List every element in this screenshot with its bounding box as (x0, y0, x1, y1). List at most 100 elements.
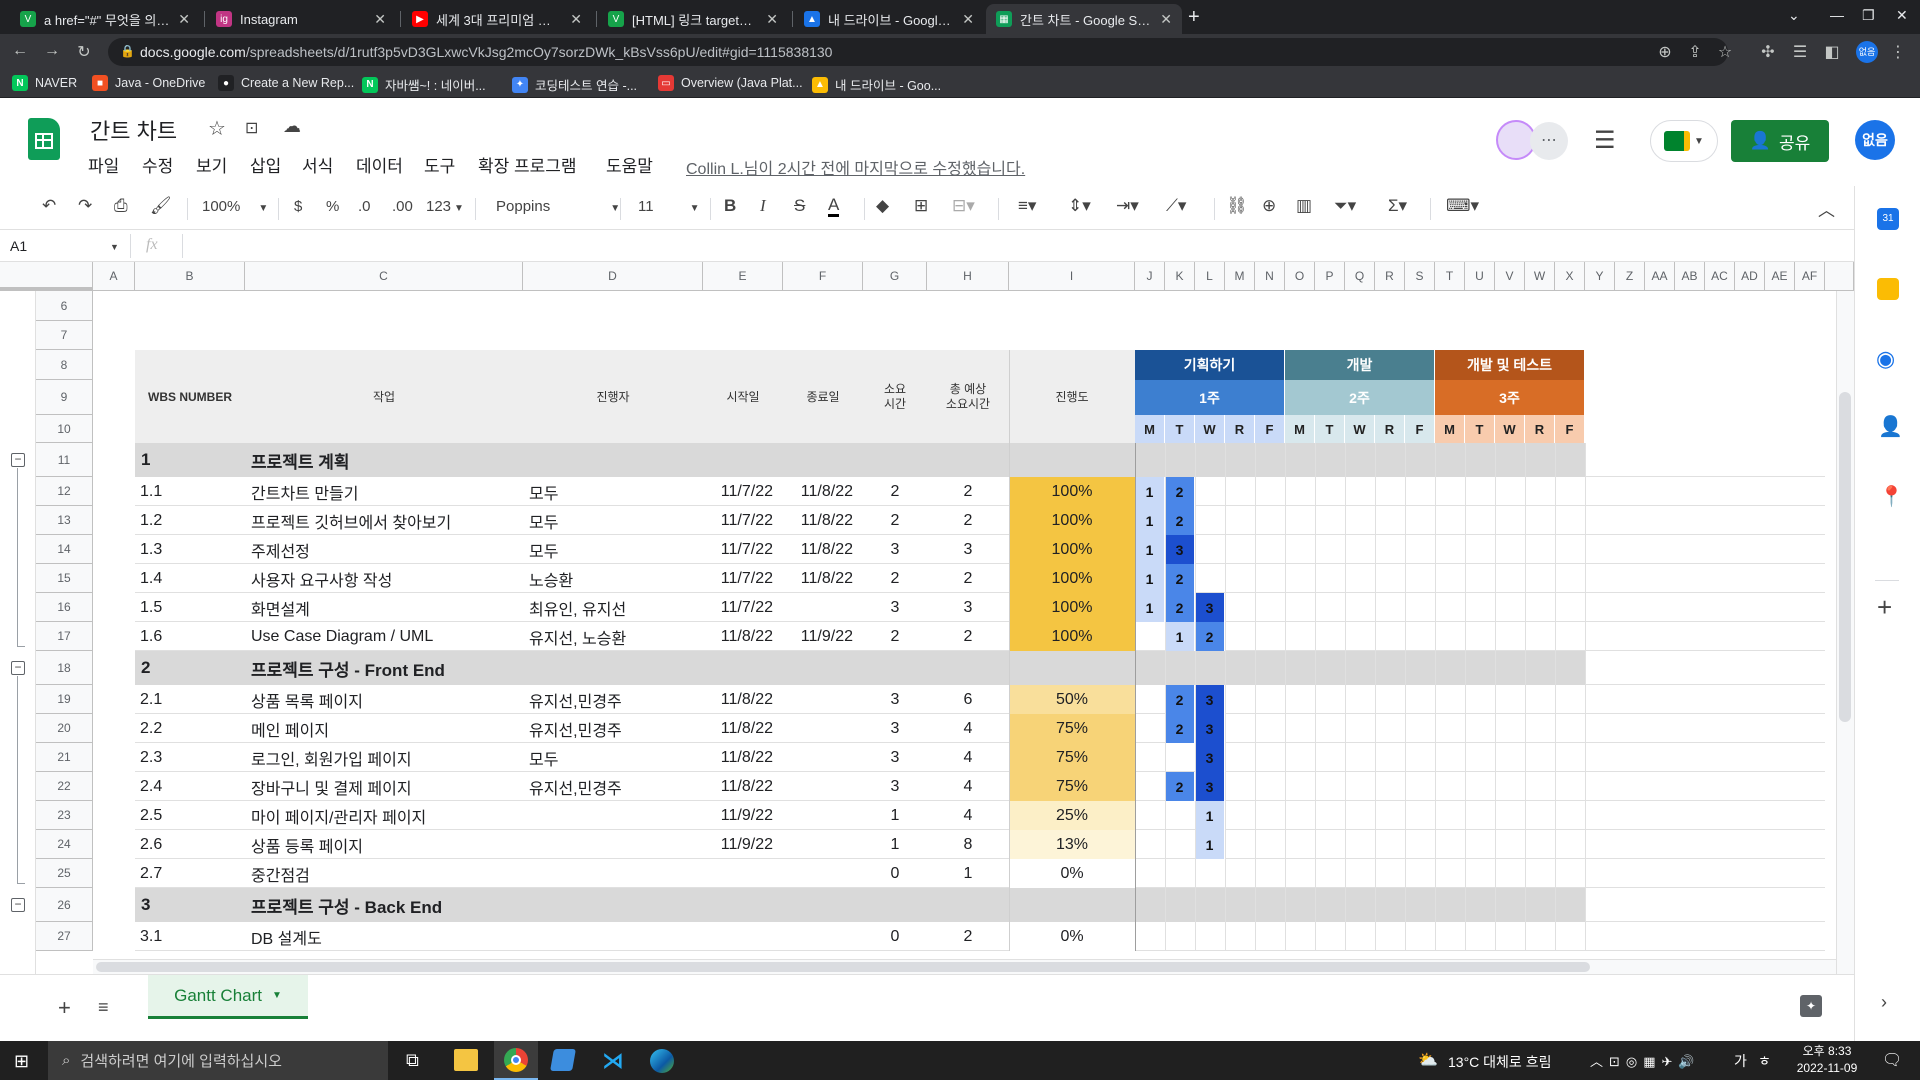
menu-item[interactable]: 서식 (302, 152, 333, 177)
browser-menu-icon[interactable]: ⋮ (1888, 42, 1908, 62)
bookmark-item[interactable]: N NAVER (12, 75, 77, 91)
cell-end[interactable] (783, 743, 863, 772)
meet-button[interactable]: ▼ (1650, 120, 1718, 162)
cell-progress[interactable]: 100% (1009, 477, 1135, 506)
gantt-cell[interactable]: 2 (1165, 714, 1195, 743)
gantt-cell[interactable]: 3 (1165, 535, 1195, 564)
row-header[interactable]: 10 (36, 415, 93, 443)
zoom-select[interactable]: 100% ▼ (202, 198, 268, 215)
text-wrap-icon[interactable]: ⇥▾ (1116, 196, 1139, 216)
windows-start-icon[interactable]: ⊞ (14, 1051, 29, 1072)
menu-item[interactable]: 도움말 (606, 152, 653, 177)
gantt-cell[interactable]: 1 (1135, 593, 1165, 622)
percent-format-button[interactable]: % (326, 198, 339, 215)
column-header[interactable]: U (1465, 262, 1495, 291)
column-header[interactable]: Z (1615, 262, 1645, 291)
row-header[interactable]: 22 (36, 772, 93, 801)
spreadsheet-grid[interactable]: A B C D E F G H I J K L M N O P Q R S T U V W X Y Z AA AB AC AD AE AF 6 7… (0, 262, 1854, 974)
cell-task[interactable]: 사용자 요구사항 작성 (245, 564, 523, 593)
cell-owner[interactable]: 모두 (523, 743, 703, 772)
text-rotation-icon[interactable]: ⟋▾ (1166, 196, 1186, 216)
fill-color-icon[interactable]: ◆ (876, 196, 889, 216)
move-folder-icon[interactable]: ⊡ (245, 118, 258, 138)
profile-avatar[interactable]: 없음 (1856, 41, 1878, 63)
cell-start[interactable]: 11/7/22 (703, 506, 783, 535)
column-header[interactable]: V (1495, 262, 1525, 291)
last-edit-link[interactable]: Collin L.님이 2시간 전에 마지막으로 수정했습니다. (686, 155, 1025, 179)
print-icon[interactable]: ⎙ (114, 196, 128, 216)
row-header[interactable]: 27 (36, 922, 93, 951)
cell-start[interactable]: 11/8/22 (703, 714, 783, 743)
column-header[interactable]: X (1555, 262, 1585, 291)
gantt-cell[interactable]: 1 (1165, 622, 1195, 651)
horizontal-align-icon[interactable]: ≡▾ (1018, 196, 1036, 216)
cell-expected[interactable]: 2 (927, 622, 1009, 651)
cell-task[interactable]: 상품 등록 페이지 (245, 830, 523, 859)
row-header[interactable]: 25 (36, 859, 93, 888)
collapse-toolbar-icon[interactable]: ︿ (1818, 196, 1835, 221)
menu-item[interactable]: 도구 (424, 152, 455, 177)
cell-duration[interactable]: 3 (863, 743, 927, 772)
window-close-icon[interactable]: ✕ (1896, 7, 1908, 24)
column-header[interactable]: G (863, 262, 927, 291)
row-header[interactable]: 9 (36, 380, 93, 415)
redo-icon[interactable]: ↷ (78, 196, 92, 216)
browser-tab-4[interactable]: ▲ 내 드라이브 - Google Drive ✕ (794, 4, 984, 34)
keep-icon[interactable] (1877, 278, 1899, 300)
column-header[interactable]: T (1435, 262, 1465, 291)
explore-icon[interactable]: ✦ (1800, 995, 1822, 1017)
gantt-cell[interactable]: 3 (1195, 743, 1225, 772)
share-button[interactable]: 👤 공유 (1731, 120, 1829, 162)
row-header[interactable]: 15 (36, 564, 93, 593)
row-header[interactable]: 20 (36, 714, 93, 743)
row-header[interactable]: 19 (36, 685, 93, 714)
gantt-cell[interactable]: 2 (1165, 772, 1195, 801)
cell-wbs[interactable]: 2.6 (135, 830, 245, 859)
cell-task[interactable]: 중간점검 (245, 859, 523, 888)
close-icon[interactable]: ✕ (962, 11, 974, 28)
vscode-icon[interactable]: ⋊ (602, 1048, 624, 1074)
cell-wbs[interactable]: 1.1 (135, 477, 245, 506)
browser-tab-0[interactable]: Va href="#" 무엇을 의미? ✕ (10, 4, 200, 34)
vertical-scrollbar-thumb[interactable] (1839, 392, 1851, 722)
formula-input[interactable] (190, 238, 1790, 256)
cell-wbs[interactable]: 1.4 (135, 564, 245, 593)
column-header[interactable]: B (135, 262, 245, 291)
horizontal-scrollbar-thumb[interactable] (96, 962, 1590, 972)
cell-expected[interactable]: 4 (927, 801, 1009, 830)
cell-end[interactable] (783, 859, 863, 888)
add-sheet-icon[interactable]: + (58, 995, 71, 1021)
cell-duration[interactable]: 3 (863, 593, 927, 622)
cell-end[interactable] (783, 801, 863, 830)
text-color-icon[interactable]: A (828, 196, 840, 217)
gantt-cell[interactable]: 2 (1165, 477, 1195, 506)
insert-comment-icon[interactable]: ⊕ (1262, 196, 1276, 216)
zoom-icon[interactable]: ⊕ (1655, 42, 1675, 62)
bookmark-item[interactable]: ▭ Overview (Java Plat... (658, 75, 803, 91)
cell-end[interactable] (783, 685, 863, 714)
column-header[interactable]: AE (1765, 262, 1795, 291)
cell-wbs[interactable]: 3.1 (135, 922, 245, 951)
more-formats-select[interactable]: 123 ▼ (426, 198, 464, 215)
column-header[interactable]: C (245, 262, 523, 291)
cell-expected[interactable]: 2 (927, 477, 1009, 506)
cell-end[interactable] (783, 772, 863, 801)
row-header[interactable]: 7 (36, 321, 93, 350)
column-header[interactable]: Y (1585, 262, 1615, 291)
side-panel-icon[interactable]: ◧ (1822, 42, 1842, 62)
cell-expected[interactable]: 3 (927, 593, 1009, 622)
cell-owner[interactable]: 모두 (523, 477, 703, 506)
cell-duration[interactable]: 2 (863, 564, 927, 593)
column-header[interactable]: N (1255, 262, 1285, 291)
column-header[interactable]: J (1135, 262, 1165, 291)
cell-expected[interactable]: 2 (927, 922, 1009, 951)
row-header[interactable]: 17 (36, 622, 93, 651)
cell-owner[interactable] (523, 859, 703, 888)
cell-task[interactable]: DB 설계도 (245, 922, 523, 951)
gantt-cell[interactable]: 1 (1195, 830, 1225, 859)
file-explorer-icon[interactable] (454, 1049, 478, 1071)
menu-item[interactable]: 파일 (88, 152, 119, 177)
vertical-align-icon[interactable]: ⇕▾ (1068, 196, 1091, 216)
collapse-group-button[interactable]: − (11, 661, 25, 675)
cell-progress[interactable]: 50% (1009, 685, 1135, 714)
